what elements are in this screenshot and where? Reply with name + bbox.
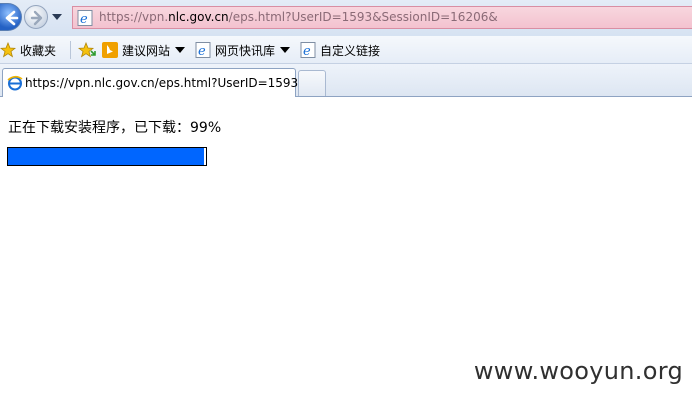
- add-favorite-star-icon: [78, 42, 96, 58]
- suggested-sites-item[interactable]: 建议网站: [102, 41, 186, 59]
- url-domain: nlc.gov.cn: [168, 10, 229, 24]
- forward-button[interactable]: [24, 5, 48, 29]
- forward-arrow-icon: [30, 10, 43, 26]
- bing-icon: [102, 42, 118, 58]
- favorites-label: 收藏夹: [20, 43, 57, 58]
- ie-page-icon: e: [77, 10, 93, 27]
- chevron-down-icon: [280, 47, 291, 53]
- custom-links-item[interactable]: e 自定义链接: [300, 41, 380, 59]
- custom-links-label: 自定义链接: [320, 43, 381, 58]
- download-status-text: 正在下载安装程序，已下载：99%: [8, 120, 222, 136]
- favorites-separator: [70, 41, 71, 59]
- tab-active[interactable]: https://vpn.nlc.gov.cn/eps.html?UserID=1…: [2, 68, 310, 97]
- back-button[interactable]: [0, 3, 22, 31]
- watermark: www.wooyun.org: [473, 357, 683, 385]
- url-rest: /eps.html?UserID=1593&SessionID=16206&: [228, 10, 498, 24]
- download-progress-bar: [7, 147, 207, 166]
- favorites-button[interactable]: 收藏夹: [0, 41, 56, 59]
- address-bar[interactable]: e https://vpn.nlc.gov.cn/eps.html?UserID…: [72, 6, 692, 29]
- svg-text:e: e: [80, 12, 88, 26]
- new-tab-button[interactable]: [298, 70, 326, 96]
- recent-pages-dropdown-icon[interactable]: [52, 14, 62, 21]
- back-arrow-icon: [5, 10, 19, 26]
- url-text[interactable]: https://vpn.nlc.gov.cn/eps.html?UserID=1…: [99, 10, 498, 24]
- web-slice-gallery-item[interactable]: e 网页快讯库: [195, 41, 291, 59]
- navigation-bar: e https://vpn.nlc.gov.cn/eps.html?UserID…: [0, 0, 692, 36]
- favorites-bar: 收藏夹 建议网站 e 网页快讯库 e 自定义链接: [0, 36, 692, 64]
- ie-icon: e: [195, 42, 211, 59]
- chevron-down-icon: [175, 47, 186, 53]
- svg-text:e: e: [198, 44, 206, 58]
- web-slice-gallery-label: 网页快讯库: [215, 43, 276, 58]
- tab-title: https://vpn.nlc.gov.cn/eps.html?UserID=1…: [25, 76, 310, 90]
- tab-strip: https://vpn.nlc.gov.cn/eps.html?UserID=1…: [0, 64, 692, 97]
- add-to-favorites-bar-button[interactable]: [78, 41, 96, 59]
- svg-text:e: e: [303, 44, 311, 58]
- suggested-sites-label: 建议网站: [122, 43, 171, 58]
- favorites-star-icon: [0, 42, 16, 58]
- progress-fill: [8, 148, 205, 165]
- url-prefix: https://vpn.: [99, 10, 169, 24]
- ie-page-icon: e: [300, 42, 316, 59]
- ie-icon: [7, 75, 23, 91]
